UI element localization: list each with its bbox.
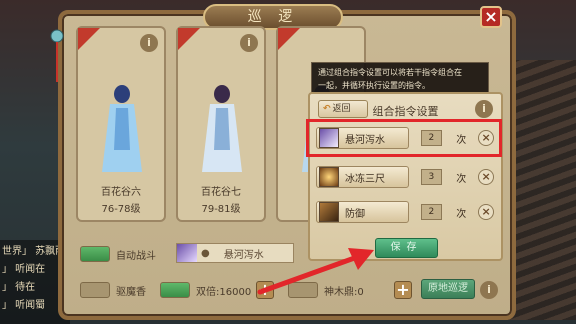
command-skill-label: 冰冻三尺: [345, 173, 385, 185]
toggle-switch[interactable]: [80, 282, 110, 298]
tooltip-line: 一起，并循环执行设置的指令。: [318, 81, 430, 90]
close-button[interactable]: ×: [480, 6, 502, 28]
patrol-button[interactable]: 原地巡逻: [421, 279, 475, 299]
info-icon[interactable]: i: [240, 34, 258, 52]
command-count[interactable]: 3: [420, 169, 443, 185]
command-skill-button[interactable]: 冰冻三尺: [316, 166, 409, 188]
info-icon[interactable]: i: [480, 281, 498, 299]
repel-incense-label: 驱魔香: [116, 286, 146, 298]
combo-command-popup: ↶ 返回 组合指令设置 i 悬河泻水 2 次 × 冰冻三尺 3 次 × 防御 2 …: [308, 92, 503, 261]
hint-tooltip: 通过组合指令设置可以将若干指令组合在 一起，并循环执行设置的指令。: [311, 62, 489, 94]
recommend-badge: [78, 28, 100, 50]
chat-line: 世界」 苏飘雨: [2, 246, 66, 257]
lantern-decoration: [48, 28, 66, 92]
command-skill-label: 防御: [345, 208, 365, 220]
character-figure: [102, 85, 142, 172]
command-skill-button[interactable]: 防御: [316, 201, 409, 223]
monster-name: 百花谷六: [101, 187, 141, 198]
delete-command-button[interactable]: ×: [478, 169, 495, 185]
chat-line: 」 听闻蜀: [2, 300, 46, 311]
monster-level: 76-78级: [101, 204, 141, 215]
auto-battle-label: 自动战斗: [116, 250, 156, 262]
defend-skill-icon: [319, 202, 339, 222]
double-exp-toggle[interactable]: 双倍:16000: [160, 282, 251, 298]
tooltip-line: 通过组合指令设置可以将若干指令组合在: [318, 68, 462, 77]
toggle-switch[interactable]: [160, 282, 190, 298]
annotation-arrow-icon: [257, 248, 374, 295]
repel-incense-toggle[interactable]: 驱魔香: [80, 282, 146, 298]
command-row: 冰冻三尺 3 次 ×: [316, 164, 495, 190]
recommend-badge: [178, 28, 200, 50]
add-shenmu-button[interactable]: +: [394, 281, 412, 299]
recommend-badge: [278, 28, 300, 50]
monster-name: 百花谷七: [201, 187, 241, 198]
character-figure: [202, 85, 242, 172]
monster-card[interactable]: i 百花谷七 79-81级: [176, 26, 266, 222]
command-count[interactable]: 2: [420, 204, 443, 220]
save-button[interactable]: 保存: [375, 238, 438, 258]
ice-skill-icon: [319, 167, 339, 187]
delete-command-button[interactable]: ×: [478, 204, 495, 220]
close-icon: ×: [484, 7, 498, 26]
popup-title: 组合指令设置: [372, 105, 439, 118]
info-icon[interactable]: i: [475, 100, 493, 118]
monster-card[interactable]: i 百花谷六 76-78级: [76, 26, 166, 222]
skill-icon: [177, 244, 197, 262]
monster-level: 79-81级: [201, 204, 241, 215]
double-exp-label: 双倍:16000: [196, 286, 252, 298]
toggle-switch[interactable]: [80, 246, 110, 262]
command-row: 防御 2 次 ×: [316, 199, 495, 225]
info-icon[interactable]: i: [140, 34, 158, 52]
person-icon: ●: [201, 247, 210, 259]
auto-battle-toggle[interactable]: 自动战斗: [80, 246, 156, 262]
command-unit: 次: [456, 208, 467, 220]
chat-line: 」 待在: [2, 282, 36, 293]
command-unit: 次: [456, 173, 467, 185]
selection-highlight: [306, 119, 502, 157]
chat-line: 」 听闻在: [2, 264, 46, 275]
